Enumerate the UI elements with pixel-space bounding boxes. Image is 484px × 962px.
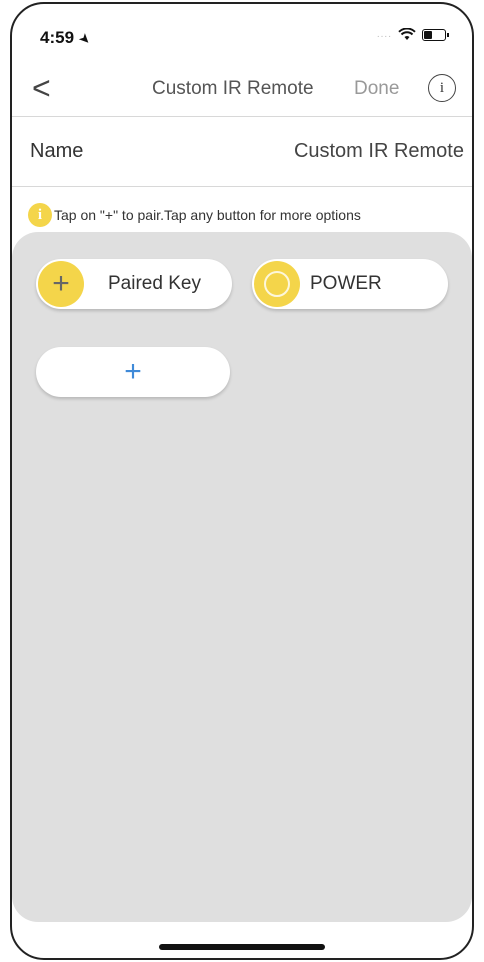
name-label: Name <box>30 140 84 162</box>
signal-icon: .... <box>376 29 392 40</box>
done-button[interactable]: Done <box>354 78 399 100</box>
nav-bar: < Custom IR Remote Done i <box>12 66 472 114</box>
info-icon: i <box>439 79 445 96</box>
status-time-text: 4:59 <box>40 28 75 47</box>
power-key-button[interactable]: POWER <box>252 259 448 309</box>
status-time: 4:59 ➤ <box>40 28 94 48</box>
wifi-icon <box>398 28 416 40</box>
power-ring-icon <box>254 261 300 307</box>
back-button[interactable]: < <box>32 70 51 106</box>
keys-panel: + Paired Key POWER + <box>12 232 472 922</box>
name-row[interactable]: Name Custom IR Remote <box>12 116 472 186</box>
location-arrow-icon: ➤ <box>76 30 94 48</box>
status-bar: 4:59 ➤ .... <box>40 28 449 48</box>
ring-shape <box>264 271 290 297</box>
plus-icon: + <box>124 355 142 388</box>
key-label: Paired Key <box>108 273 201 294</box>
info-icon: i <box>28 203 52 227</box>
plus-glyph: + <box>52 267 70 300</box>
add-key-button[interactable]: + <box>36 347 230 397</box>
plus-icon: + <box>38 261 84 307</box>
chevron-left-icon: < <box>32 70 51 106</box>
info-button[interactable]: i <box>428 74 456 102</box>
hint-text: Tap on "+" to pair.Tap any button for mo… <box>54 207 361 223</box>
name-value[interactable]: Custom IR Remote <box>294 140 464 163</box>
paired-key-button[interactable]: + Paired Key <box>36 259 232 309</box>
battery-icon <box>422 28 449 41</box>
status-icons: .... <box>376 28 449 41</box>
page-title: Custom IR Remote <box>152 78 314 99</box>
phone-screen: 4:59 ➤ .... < Custom IR Remote Done i Nam… <box>10 2 474 960</box>
home-indicator[interactable] <box>159 944 325 950</box>
divider <box>12 186 472 187</box>
hint-row: i Tap on "+" to pair.Tap any button for … <box>28 202 466 228</box>
key-label: POWER <box>310 273 382 294</box>
